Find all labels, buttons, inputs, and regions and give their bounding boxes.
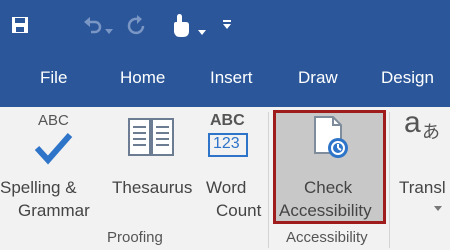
spelling-icon-text: ABC (38, 112, 69, 129)
ribbon-tabs: File Home Insert Draw Design (0, 54, 450, 107)
word-count-label-line2: Count (216, 201, 262, 220)
translate-button[interactable]: a あ Transl (392, 108, 450, 224)
accessibility-document-icon (314, 116, 348, 158)
customize-quick-access-icon[interactable] (222, 18, 232, 30)
word-count-icon-top: ABC (210, 112, 245, 129)
thesaurus-book-icon (128, 118, 174, 156)
touch-mode-dropdown-icon[interactable] (198, 23, 206, 35)
undo-icon[interactable] (82, 16, 104, 36)
check-accessibility-button[interactable]: Check Accessibility (276, 113, 383, 221)
tab-design[interactable]: Design (381, 68, 434, 88)
title-bar (0, 0, 450, 54)
checkmark-icon (34, 133, 73, 165)
translate-icon-letter: a (404, 108, 421, 139)
group-separator-accessibility (389, 112, 390, 248)
touch-mode-icon[interactable] (170, 12, 192, 40)
tab-draw[interactable]: Draw (298, 68, 338, 88)
spelling-grammar-button[interactable]: ABC Spelling & Grammar (0, 108, 116, 224)
tab-insert[interactable]: Insert (210, 68, 253, 88)
tab-file[interactable]: File (40, 68, 67, 88)
thesaurus-label: Thesaurus (112, 178, 193, 197)
check-accessibility-label-line2: Accessibility (279, 201, 372, 220)
translate-label: Transl (399, 178, 446, 197)
word-count-label-line1: Word (206, 178, 247, 197)
word-count-button[interactable]: ABC 123 Word Count (200, 108, 264, 224)
translate-icon-kana: あ (422, 122, 440, 142)
undo-dropdown-icon[interactable] (105, 22, 113, 34)
redo-icon[interactable] (125, 14, 147, 38)
tab-home[interactable]: Home (120, 68, 165, 88)
translate-dropdown-icon (434, 206, 442, 211)
group-label-proofing: Proofing (107, 229, 163, 246)
group-label-accessibility: Accessibility (286, 229, 368, 246)
check-accessibility-label-line1: Check (304, 178, 353, 197)
spelling-label-line1: Spelling & (0, 178, 77, 197)
spelling-label-line2: Grammar (18, 201, 90, 220)
save-icon[interactable] (10, 15, 32, 37)
thesaurus-button[interactable]: Thesaurus (112, 108, 202, 224)
group-separator-proofing (268, 112, 269, 248)
word-count-icon-bottom: 123 (213, 135, 240, 152)
